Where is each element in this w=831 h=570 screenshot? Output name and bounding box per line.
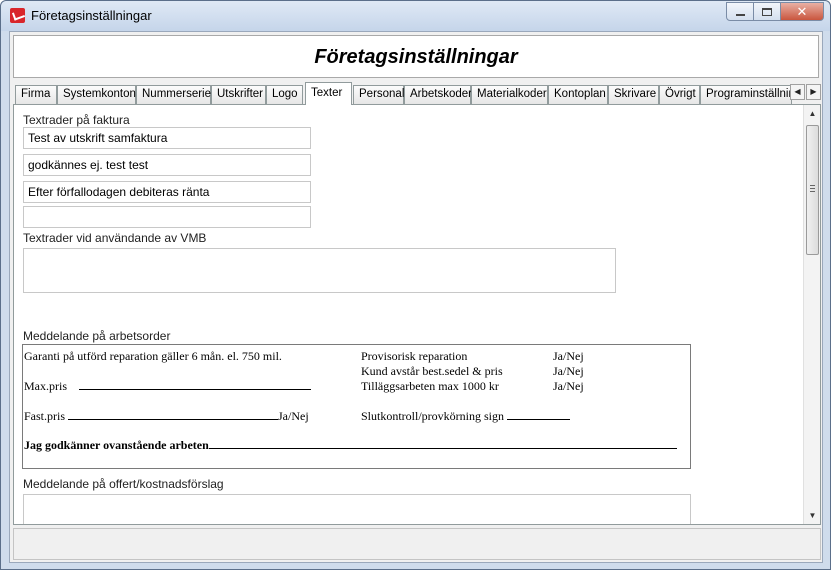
window-controls: ✕	[726, 2, 824, 21]
tab-ovrigt[interactable]: Övrigt	[659, 85, 700, 104]
app-icon	[10, 8, 25, 23]
maximize-icon	[762, 7, 772, 16]
application-window: Företagsinställningar ✕ Företagsinställn…	[0, 0, 831, 570]
tab-scroll-right-button[interactable]: ▶	[806, 84, 821, 100]
tab-personal[interactable]: Personal	[353, 85, 404, 104]
maxpris-text: Max.pris	[24, 379, 67, 393]
vmb-label: Textrader vid användande av VMB	[23, 231, 207, 245]
thumb-grip-icon	[810, 191, 815, 192]
thumb-grip-icon	[810, 185, 815, 186]
tab-texter[interactable]: Texter	[305, 82, 352, 105]
window-title: Företagsinställningar	[31, 8, 152, 23]
tab-logo[interactable]: Logo	[266, 85, 303, 104]
maxpris-line: Max.pris	[24, 379, 311, 394]
tillagg-text: Tilläggsarbeten max 1000 kr	[361, 379, 499, 393]
godkanner-underline	[208, 438, 677, 449]
tab-firma[interactable]: Firma	[15, 85, 57, 104]
tab-skrivare[interactable]: Skrivare	[608, 85, 659, 104]
faktura-row-2-input[interactable]: godkännes ej. test test	[23, 154, 311, 176]
tab-scroll-left-button[interactable]: ◀	[790, 84, 805, 100]
title-bar[interactable]: Företagsinställningar ✕	[1, 1, 830, 31]
janej-2: Ja/Nej	[553, 364, 584, 378]
garanti-text: Garanti på utförd reparation gäller 6 må…	[24, 349, 282, 363]
tab-materialkoder[interactable]: Materialkoder	[471, 85, 548, 104]
fastpris-text: Fast.pris	[24, 409, 66, 423]
offert-textarea[interactable]	[23, 494, 691, 524]
kund-text: Kund avstår best.sedel & pris	[361, 364, 503, 378]
thumb-grip-icon	[810, 188, 815, 189]
godkanner-text: Jag godkänner ovanstående arbeten	[24, 438, 209, 452]
vmb-textarea[interactable]	[23, 248, 616, 293]
tab-arbetskoder[interactable]: Arbetskoder	[404, 85, 472, 104]
slutkontroll-line: Slutkontroll/provkörning sign	[361, 409, 571, 424]
tab-panel-texter: Textrader på faktura Test av utskrift sa…	[13, 104, 821, 525]
status-bar	[13, 528, 821, 560]
arbetsorder-label: Meddelande på arbetsorder	[23, 329, 171, 343]
faktura-row-4-input[interactable]	[23, 206, 311, 228]
janej-3: Ja/Nej	[553, 379, 584, 393]
maxpris-underline	[79, 379, 311, 390]
close-icon: ✕	[796, 3, 808, 19]
tab-programinstallningar[interactable]: Programinställning	[700, 85, 792, 104]
janej-1: Ja/Nej	[553, 349, 584, 363]
scroll-up-button[interactable]: ▲	[804, 105, 820, 122]
provisorisk-text: Provisorisk reparation	[361, 349, 468, 363]
minimize-button[interactable]	[726, 2, 754, 21]
fastpris-line: Fast.pris Ja/Nej	[24, 409, 309, 424]
tab-systemkonton[interactable]: Systemkonton	[57, 85, 136, 104]
maximize-button[interactable]	[753, 2, 781, 21]
tab-nummerserier[interactable]: Nummerserier	[136, 85, 215, 104]
godkanner-line: Jag godkänner ovanstående arbeten	[24, 438, 677, 453]
fastpris-underline	[68, 409, 279, 420]
scroll-down-button[interactable]: ▼	[804, 507, 820, 524]
slutkontroll-text: Slutkontroll/provkörning sign	[361, 409, 505, 423]
scroll-thumb[interactable]	[806, 125, 819, 255]
slutkontroll-underline	[507, 409, 571, 420]
minimize-icon	[735, 13, 745, 16]
faktura-label: Textrader på faktura	[23, 113, 130, 127]
tab-kontoplan[interactable]: Kontoplan	[548, 85, 608, 104]
page-title: Företagsinställningar	[314, 46, 518, 68]
tab-utskrifter[interactable]: Utskrifter	[211, 85, 266, 104]
fastpris-janej: Ja/Nej	[278, 409, 309, 423]
page-header: Företagsinställningar	[13, 35, 819, 78]
arbetsorder-richtext[interactable]: Garanti på utförd reparation gäller 6 må…	[22, 344, 691, 469]
close-button[interactable]: ✕	[780, 2, 824, 21]
faktura-row-1-input[interactable]: Test av utskrift samfaktura	[23, 127, 311, 149]
client-area: Företagsinställningar Firma Systemkonton…	[9, 31, 823, 563]
offert-label: Meddelande på offert/kostnadsförslag	[23, 477, 224, 491]
vertical-scrollbar[interactable]: ▲ ▼	[803, 105, 820, 524]
tab-strip: Firma Systemkonton Nummerserier Utskrift…	[13, 82, 821, 105]
faktura-row-3-input[interactable]: Efter förfallodagen debiteras ränta	[23, 181, 311, 203]
